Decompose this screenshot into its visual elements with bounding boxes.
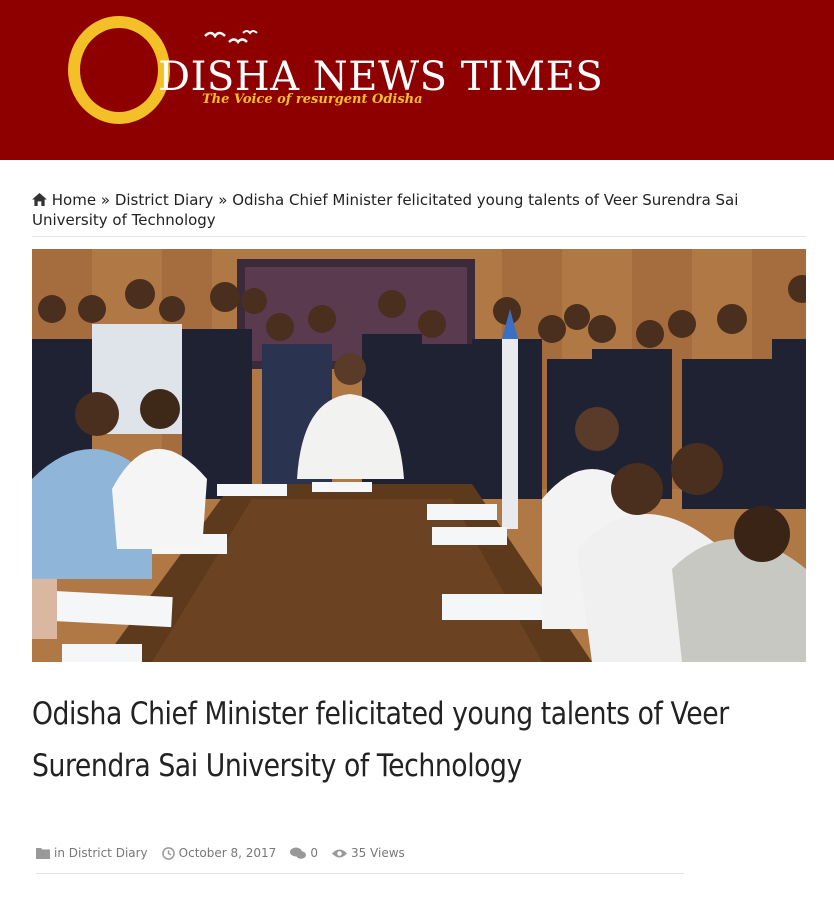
breadcrumb-separator: » bbox=[100, 191, 111, 209]
logo-o-ring bbox=[68, 16, 170, 124]
article-title: Odisha Chief Minister felicitated young … bbox=[32, 696, 729, 784]
meta-views-count: 35 Views bbox=[350, 846, 405, 860]
comments-icon bbox=[290, 847, 307, 859]
breadcrumb-home-link[interactable]: Home bbox=[52, 191, 96, 209]
breadcrumb-separator: » bbox=[218, 191, 228, 209]
folder-icon bbox=[36, 848, 50, 859]
featured-image-illustration bbox=[32, 249, 806, 662]
home-icon bbox=[32, 193, 47, 206]
meta-date-text: October 8, 2017 bbox=[178, 846, 277, 860]
meta-category-prefix: in bbox=[54, 846, 65, 860]
site-header: DISHA NEWS TIMES The Voice of resurgent … bbox=[0, 0, 834, 160]
breadcrumb-category-link[interactable]: District Diary bbox=[115, 191, 214, 209]
meta-comments-count: 0 bbox=[310, 846, 318, 860]
breadcrumb-divider bbox=[32, 236, 806, 237]
meta-comments[interactable]: 0 bbox=[290, 846, 318, 860]
meta-views: 35 Views bbox=[331, 846, 405, 860]
meta-category-link[interactable]: District Diary bbox=[69, 846, 148, 860]
breadcrumb: Home » District Diary » Odisha Chief Min… bbox=[32, 190, 806, 230]
article-meta: in District Diary October 8, 2017 0 35 V… bbox=[36, 846, 419, 860]
site-tagline: The Voice of resurgent Odisha bbox=[202, 92, 423, 107]
clock-icon bbox=[161, 846, 175, 860]
site-logo[interactable]: DISHA NEWS TIMES The Voice of resurgent … bbox=[68, 16, 603, 126]
meta-divider bbox=[36, 873, 684, 874]
meta-date: October 8, 2017 bbox=[161, 846, 277, 860]
birds-icon bbox=[204, 30, 258, 44]
eye-icon bbox=[331, 849, 347, 857]
meta-category: in District Diary bbox=[36, 846, 148, 860]
featured-image bbox=[32, 249, 806, 662]
